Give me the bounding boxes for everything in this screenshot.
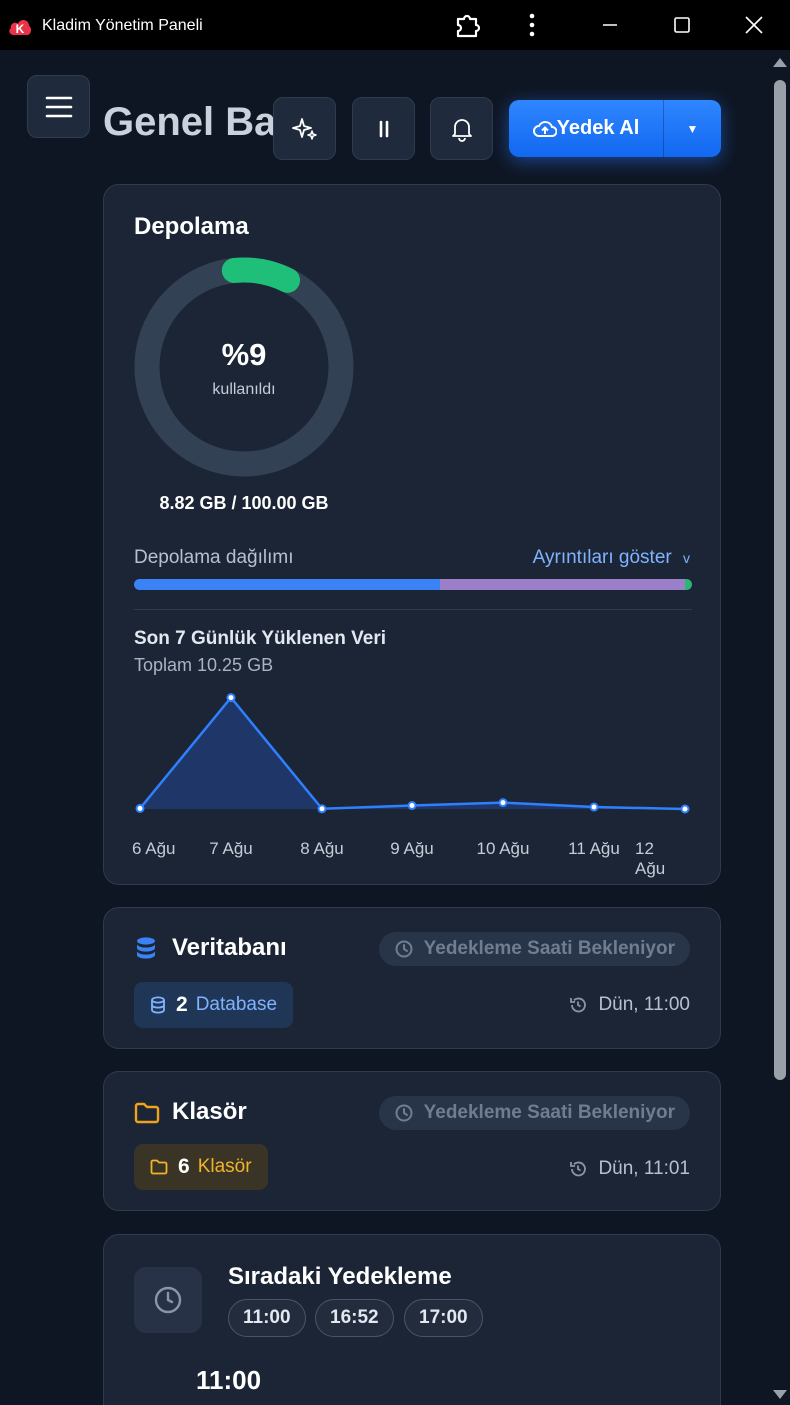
next-backup-card: Sıradaki Yedekleme 11:00 16:52 17:00 11:… bbox=[103, 1234, 721, 1405]
folder-last-backup: Dün, 11:01 bbox=[568, 1158, 690, 1180]
menu-button[interactable] bbox=[27, 75, 90, 138]
folder-icon bbox=[134, 1102, 160, 1124]
folder-title: Klasör bbox=[172, 1098, 247, 1125]
clock-icon bbox=[395, 940, 413, 958]
backup-button-group: Yedek Al ▼ bbox=[509, 100, 721, 157]
title-bar: K Kladim Yönetim Paneli bbox=[0, 0, 790, 50]
scroll-up-arrow-icon[interactable] bbox=[773, 58, 787, 67]
app-logo-letter: K bbox=[16, 22, 25, 36]
chart-point[interactable] bbox=[317, 804, 327, 814]
clock-icon bbox=[395, 1104, 413, 1122]
x-tick-label: 7 Ağu bbox=[209, 839, 253, 858]
x-tick-label: 8 Ağu bbox=[300, 839, 344, 858]
backup-dropdown-button[interactable]: ▼ bbox=[664, 100, 721, 157]
cloud-upload-icon bbox=[532, 120, 557, 137]
close-button[interactable] bbox=[729, 0, 779, 50]
ai-button[interactable] bbox=[273, 97, 336, 160]
backup-button[interactable]: Yedek Al bbox=[509, 100, 664, 157]
clock-large-icon bbox=[154, 1286, 182, 1314]
backup-button-label: Yedek Al bbox=[556, 117, 640, 139]
pause-icon bbox=[379, 120, 388, 137]
folder-status-badge: Yedekleme Saati Bekleniyor bbox=[378, 1096, 690, 1130]
bell-icon bbox=[451, 118, 472, 142]
database-last-backup: Dün, 11:00 bbox=[568, 994, 690, 1016]
folder-last-time: Dün, 11:01 bbox=[598, 1158, 690, 1179]
folder-count-label: Klasör bbox=[197, 1156, 252, 1177]
storage-card: Depolama %9 kullanıldı 8.82 GB / 100.00 … bbox=[103, 184, 721, 885]
minimize-icon bbox=[603, 24, 617, 26]
scrollbar[interactable] bbox=[768, 50, 790, 1405]
time-chip[interactable]: 16:52 bbox=[315, 1299, 394, 1337]
time-chip[interactable]: 11:00 bbox=[228, 1299, 306, 1337]
chevron-down-icon: ▼ bbox=[686, 121, 699, 136]
database-status-text: Yedekleme Saati Bekleniyor bbox=[423, 938, 675, 959]
database-title: Veritabanı bbox=[172, 934, 287, 961]
chart-point[interactable] bbox=[498, 798, 508, 808]
folder-small-icon bbox=[150, 1159, 168, 1175]
history-icon bbox=[570, 997, 587, 1013]
puzzle-icon bbox=[456, 14, 481, 38]
maximize-button[interactable] bbox=[657, 0, 707, 50]
folder-status-text: Yedekleme Saati Bekleniyor bbox=[423, 1102, 675, 1123]
next-backup-time: 11:00 bbox=[196, 1365, 262, 1395]
database-status-badge: Yedekleme Saati Bekleniyor bbox=[378, 932, 690, 966]
chart-point[interactable] bbox=[680, 804, 690, 814]
chart-area bbox=[140, 697, 685, 809]
minimize-button[interactable] bbox=[585, 0, 635, 50]
window-title: Kladim Yönetim Paneli bbox=[42, 17, 203, 34]
upload-chart bbox=[135, 693, 690, 814]
main-content: Genel Ba Yedek Al ▼ Depolama %9 kullanıl… bbox=[2, 50, 768, 1405]
more-vertical-icon bbox=[529, 13, 535, 37]
database-last-time: Dün, 11:00 bbox=[598, 994, 690, 1015]
hamburger-icon bbox=[45, 96, 72, 117]
scroll-down-arrow-icon[interactable] bbox=[773, 1390, 787, 1399]
database-count: 2 bbox=[176, 993, 188, 1016]
notifications-button[interactable] bbox=[430, 97, 493, 160]
chart-point[interactable] bbox=[226, 693, 236, 703]
next-backup-clock-box bbox=[134, 1267, 202, 1333]
time-chip[interactable]: 17:00 bbox=[404, 1299, 483, 1337]
history-icon bbox=[570, 1161, 587, 1177]
pause-button[interactable] bbox=[352, 97, 415, 160]
folder-card: Klasör Yedekleme Saati Bekleniyor 6 Klas… bbox=[103, 1071, 721, 1211]
next-backup-title: Sıradaki Yedekleme bbox=[228, 1263, 452, 1290]
database-icon bbox=[137, 937, 155, 959]
database-count-label: Database bbox=[195, 994, 278, 1015]
app-logo-icon: K bbox=[9, 20, 32, 36]
scrollbar-thumb[interactable] bbox=[774, 80, 786, 1080]
folder-count-chip: 6 Klasör bbox=[134, 1144, 268, 1190]
chart-point[interactable] bbox=[407, 801, 417, 811]
chart-point[interactable] bbox=[589, 802, 599, 812]
x-tick-label: 12 Ağu bbox=[635, 839, 666, 878]
chart-point[interactable] bbox=[135, 803, 145, 813]
database-card: Veritabanı Yedekleme Saati Bekleniyor 2 … bbox=[103, 907, 721, 1049]
maximize-icon bbox=[674, 17, 690, 33]
x-tick-label: 10 Ağu bbox=[476, 839, 530, 858]
close-icon bbox=[745, 16, 763, 34]
x-tick-label: 6 Ağu bbox=[132, 839, 176, 858]
x-tick-label: 11 Ağu bbox=[568, 839, 620, 858]
database-small-icon bbox=[151, 996, 165, 1014]
extension-button[interactable] bbox=[443, 0, 493, 50]
page-title: Genel Ba bbox=[103, 100, 277, 144]
folder-count: 6 bbox=[178, 1155, 190, 1178]
more-options-button[interactable] bbox=[507, 0, 557, 50]
sparkles-icon bbox=[291, 117, 317, 140]
x-tick-label: 9 Ağu bbox=[390, 839, 434, 858]
database-count-chip: 2 Database bbox=[134, 982, 294, 1028]
